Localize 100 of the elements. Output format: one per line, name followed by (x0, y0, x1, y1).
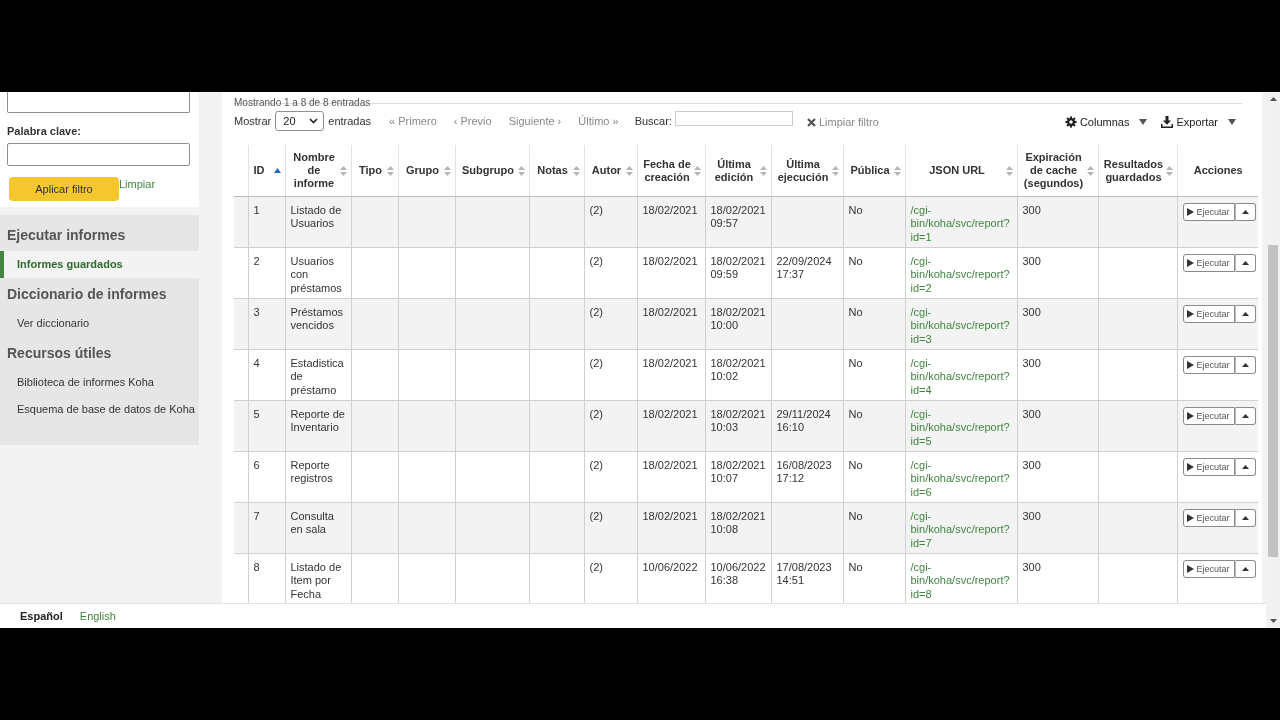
dropdown-toggle-button[interactable] (1234, 509, 1256, 527)
column-header[interactable]: Última ejecución (771, 145, 843, 197)
keyword-field[interactable] (7, 143, 190, 166)
table-cell: (2) (584, 298, 637, 350)
play-icon (1186, 361, 1194, 369)
scroll-down-icon[interactable] (1269, 619, 1277, 623)
json-url-link[interactable]: /cgi-bin/koha/svc/report?id=4 (910, 357, 1014, 398)
sidebar-item[interactable]: Ver diccionario (0, 310, 199, 337)
language-link[interactable]: Español (20, 610, 63, 622)
entries-label: entradas (328, 115, 372, 127)
table-cell: 18/02/2021 (637, 451, 705, 503)
table-cell: No (843, 451, 905, 503)
json-url-link[interactable]: /cgi-bin/koha/svc/report?id=5 (910, 408, 1014, 449)
scroll-up-icon[interactable] (1269, 97, 1277, 101)
dropdown-toggle-button[interactable] (1234, 560, 1256, 578)
sidebar-item[interactable]: Biblioteca de informes Koha (0, 369, 199, 396)
dropdown-toggle-button[interactable] (1234, 356, 1256, 374)
page-size-select[interactable]: 20 (275, 111, 325, 131)
export-button[interactable]: Exportar (1161, 116, 1236, 128)
columns-button[interactable]: Columnas (1064, 116, 1148, 128)
table-cell: Préstamos vencidos (285, 298, 351, 350)
run-button[interactable]: Ejecutar (1182, 407, 1235, 425)
run-button[interactable]: Ejecutar (1182, 458, 1235, 476)
column-header[interactable]: Expiración de cache (segundos) (1017, 145, 1098, 197)
play-icon (1186, 463, 1194, 471)
field-label: Palabra clave: (7, 125, 82, 138)
table-cell: Consulta en sala (285, 502, 351, 554)
scrollbar-thumb[interactable] (1268, 245, 1278, 557)
column-header[interactable]: Fecha de creación (637, 145, 705, 197)
caret-up-icon (1241, 363, 1249, 367)
column-header[interactable]: Notas (529, 145, 584, 197)
run-button[interactable]: Ejecutar (1182, 509, 1235, 527)
json-url-link[interactable]: /cgi-bin/koha/svc/report?id=8 (910, 561, 1014, 602)
dropdown-toggle-button[interactable] (1234, 254, 1256, 272)
json-url-link[interactable]: /cgi-bin/koha/svc/report?id=1 (910, 204, 1014, 245)
table-cell: Listado de Usuarios (285, 196, 351, 248)
json-url-link[interactable]: /cgi-bin/koha/svc/report?id=6 (910, 459, 1014, 500)
table-cell: Reporte de Inventario (285, 400, 351, 452)
json-url-link[interactable]: /cgi-bin/koha/svc/report?id=3 (910, 306, 1014, 347)
table-cell: 300 (1017, 196, 1098, 248)
search-label: Buscar: (634, 115, 672, 127)
table-cell: 18/02/2021 (637, 349, 705, 401)
run-button[interactable]: Ejecutar (1182, 203, 1235, 221)
search-field[interactable] (674, 110, 793, 126)
table-cell: (2) (584, 349, 637, 401)
table-cell: 6 (248, 451, 285, 503)
column-header[interactable]: Grupo (398, 145, 455, 197)
json-url-link[interactable]: /cgi-bin/koha/svc/report?id=2 (910, 255, 1014, 296)
show-label: Mostrar (234, 115, 272, 127)
dropdown-toggle-button[interactable] (1234, 458, 1256, 476)
play-icon (1186, 208, 1194, 216)
json-url-link[interactable]: /cgi-bin/koha/svc/report?id=7 (910, 510, 1014, 551)
table-cell: (2) (584, 451, 637, 503)
entries-info-text: Mostrando 1 a 8 de 8 entradas (234, 98, 371, 108)
language-link[interactable]: English (79, 610, 116, 622)
sidebar-item[interactable]: Informes guardados (0, 251, 199, 278)
column-header[interactable]: ID (248, 145, 285, 197)
column-header[interactable]: Pública (843, 145, 905, 197)
table-cell: 18/02/2021 10:07 (705, 451, 771, 503)
column-header[interactable]: Tipo (351, 145, 398, 197)
table-cell: 1 (248, 196, 285, 248)
close-icon (806, 117, 816, 127)
table-cell: Estadistica de préstamo (285, 349, 351, 401)
apply-filter-button[interactable]: Aplicar filtro (9, 177, 119, 201)
table-cell: 18/02/2021 10:08 (705, 502, 771, 554)
clear-link[interactable]: Limpiar (119, 178, 156, 190)
table-cell: 300 (1017, 349, 1098, 401)
text-field[interactable] (7, 92, 190, 113)
sidebar-item[interactable]: Esquema de base de datos de Koha (0, 396, 199, 423)
column-header[interactable]: Autor (584, 145, 637, 197)
table-cell: (2) (584, 196, 637, 248)
table-cell: No (843, 247, 905, 299)
play-icon (1186, 259, 1194, 267)
table-cell: 300 (1017, 400, 1098, 452)
table-cell: 300 (1017, 502, 1098, 554)
table-cell: 18/02/2021 (637, 502, 705, 554)
column-header[interactable]: Resultados guardados (1098, 145, 1177, 197)
caret-up-icon (1241, 567, 1249, 571)
column-header[interactable]: Última edición (705, 145, 771, 197)
table-cell: 18/02/2021 09:57 (705, 196, 771, 248)
table-cell: (2) (584, 502, 637, 554)
table-cell: 300 (1017, 298, 1098, 350)
dropdown-toggle-button[interactable] (1234, 407, 1256, 425)
table-cell: No (843, 298, 905, 350)
table-cell: 18/02/2021 10:00 (705, 298, 771, 350)
sidebar-heading: Recursos útiles (6, 344, 113, 363)
dropdown-toggle-button[interactable] (1234, 305, 1256, 323)
column-header[interactable]: Subgrupo (455, 145, 529, 197)
column-header[interactable]: JSON URL (905, 145, 1017, 197)
play-icon (1186, 565, 1194, 573)
run-button[interactable]: Ejecutar (1182, 356, 1235, 374)
run-button[interactable]: Ejecutar (1182, 305, 1235, 323)
table-cell: Usuarios con préstamos (285, 247, 351, 299)
table-cell: 18/02/2021 09:59 (705, 247, 771, 299)
run-button[interactable]: Ejecutar (1182, 254, 1235, 272)
run-button[interactable]: Ejecutar (1182, 560, 1235, 578)
table-cell: 300 (1017, 451, 1098, 503)
table-cell: (2) (584, 400, 637, 452)
column-header[interactable]: Nombre de informe (285, 145, 351, 197)
dropdown-toggle-button[interactable] (1234, 203, 1256, 221)
